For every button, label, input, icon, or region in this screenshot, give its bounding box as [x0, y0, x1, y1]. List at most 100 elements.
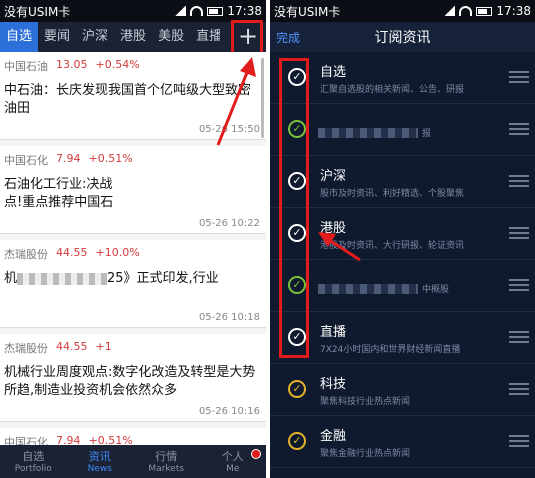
subscription-item[interactable]: ✓ 科技 聚焦科技行业热点新闻 [270, 364, 535, 416]
nav-portfolio[interactable]: 自选 Portfolio [0, 445, 67, 478]
nav-markets[interactable]: 行情 Markets [133, 445, 200, 478]
drag-handle-icon[interactable] [509, 175, 529, 187]
headline-start: 机 [4, 271, 18, 286]
stock-name: 杰瑞股份 [4, 248, 48, 261]
nav-sublabel: Portfolio [14, 464, 52, 474]
headline-end: 25》正式印发,行业 [107, 271, 219, 286]
subscription-desc: 报 [422, 129, 432, 139]
headline-line-2: 点!重点推荐中国石 [4, 195, 114, 210]
wifi-icon [190, 6, 204, 16]
page-title: 订阅资讯 [374, 30, 431, 46]
nav-me[interactable]: 个人 Me [200, 445, 267, 478]
carrier-label: 没有USIM卡 [274, 4, 341, 19]
nav-sublabel: Me [226, 464, 240, 474]
drag-handle-icon[interactable] [509, 435, 529, 447]
drag-handle-icon[interactable] [509, 227, 529, 239]
news-headline: 机械行业周度观点:数字化改造及转型是大势所趋,制造业投资机会依然众多 [4, 365, 256, 398]
news-item[interactable]: 中国石化 7.94 +0.51% 石油化工行业:决战 点!重点推荐中国石 05-… [0, 146, 266, 234]
battery-icon [207, 6, 224, 16]
highlight-box-checkmarks [279, 58, 309, 358]
subscription-screen: 没有USIM卡 17:38 完成 订阅资讯 ✓ 自选 汇聚自选股的相关新闻、公告… [270, 0, 535, 478]
annotation-arrow-icon [318, 232, 361, 262]
nav-label: 自选 [22, 450, 45, 463]
news-screen: 没有USIM卡 17:38 自选 要闻 沪深 港股 美股 直播 + 中国石油 1… [0, 0, 266, 478]
subscription-desc: 7X24小时国内和世界财经新闻直播 [320, 345, 461, 355]
subscription-desc: 中概股 [422, 285, 450, 295]
subscription-item[interactable]: ✓ 报 [270, 104, 535, 156]
news-tabs: 自选 要闻 沪深 港股 美股 直播 + [0, 22, 266, 52]
drag-handle-icon[interactable] [509, 331, 529, 343]
battery-icon [476, 6, 493, 16]
clock: 17:38 [227, 4, 262, 18]
news-date: 05-26 10:16 [198, 406, 260, 417]
stock-price: 13.05 [56, 58, 88, 71]
drag-handle-icon[interactable] [509, 123, 529, 135]
drag-handle-icon[interactable] [509, 383, 529, 395]
checked-icon[interactable]: ✓ [288, 380, 306, 398]
subscription-item[interactable]: ✓ 中概股 [270, 260, 535, 312]
nav-news[interactable]: 资讯 News [67, 445, 134, 478]
headline-line-1: 石油化工行业:决战 [4, 177, 113, 192]
subscription-item[interactable]: ✓ 港股 港股及时资讯、大行研报、轮证资讯 [270, 208, 535, 260]
tab-live[interactable]: 直播 [190, 22, 220, 52]
subscription-name: 科技 [320, 377, 347, 392]
notification-dot [251, 449, 261, 459]
drag-handle-icon[interactable] [509, 71, 529, 83]
bottom-nav: 自选 Portfolio 资讯 News 行情 Markets 个人 Me [0, 445, 266, 478]
nav-label: 资讯 [88, 450, 111, 463]
subscription-item[interactable]: ✓ 金融 聚焦金融行业热点新闻 [270, 416, 535, 468]
redacted-text [318, 284, 418, 294]
subscription-name: 沪深 [320, 169, 347, 184]
tab-shanghai-shenzhen[interactable]: 沪深 [76, 22, 114, 52]
signal-icon [175, 6, 187, 16]
subscription-list: ✓ 自选 汇聚自选股的相关新闻、公告、研报 ✓ 报 ✓ 沪深 股市及时资讯、利好… [270, 52, 535, 478]
stock-name: 杰瑞股份 [4, 342, 48, 355]
news-item[interactable]: 杰瑞股份 44.55 +10.0% 机 25》正式印发,行业 05-26 10:1… [0, 240, 266, 328]
status-bar: 没有USIM卡 17:38 [0, 0, 266, 22]
annotation-arrow-icon [216, 57, 256, 146]
subscription-name: 直播 [320, 325, 347, 340]
subscription-desc: 聚焦科技行业热点新闻 [320, 397, 411, 407]
carrier-label: 没有USIM卡 [4, 4, 71, 19]
signal-icon [444, 6, 456, 16]
nav-label: 行情 [155, 450, 178, 463]
wifi-icon [459, 6, 473, 16]
subscription-desc: 股市及时资讯、利好精选、个股聚焦 [320, 189, 465, 199]
stock-change: +0.51% [88, 152, 133, 165]
stock-name: 中国石油 [4, 60, 48, 73]
checked-icon[interactable]: ✓ [288, 432, 306, 450]
subscription-item[interactable]: ✓ 直播 7X24小时国内和世界财经新闻直播 [270, 312, 535, 364]
stock-change: +0.54% [95, 58, 140, 71]
news-date: 05-26 10:18 [198, 312, 260, 323]
subscription-desc: 聚焦金融行业热点新闻 [320, 449, 411, 459]
tab-portfolio[interactable]: 自选 [0, 22, 39, 52]
stock-change: +1 [95, 340, 112, 353]
news-headline: 石油化工行业:决战 点!重点推荐中国石 [4, 176, 260, 212]
news-date: 05-26 10:22 [198, 218, 260, 229]
stock-change: +10.0% [95, 246, 140, 259]
drag-handle-icon[interactable] [509, 279, 529, 291]
redacted-text [318, 128, 418, 138]
news-item[interactable]: 杰瑞股份 44.55 +1 机械行业周度观点:数字化改造及转型是大势所趋,制造业… [0, 334, 266, 422]
tab-us-stocks[interactable]: 美股 [152, 22, 190, 52]
subscription-header: 完成 订阅资讯 [270, 22, 535, 52]
subscription-desc: 汇聚自选股的相关新闻、公告、研报 [320, 85, 465, 95]
status-bar: 没有USIM卡 17:38 [270, 0, 535, 22]
nav-sublabel: Markets [148, 464, 185, 474]
stock-price: 44.55 [56, 246, 88, 259]
nav-label: 个人 [221, 450, 244, 463]
stock-price: 7.94 [56, 152, 81, 165]
subscription-item[interactable]: ✓ 自选 汇聚自选股的相关新闻、公告、研报 [270, 52, 535, 104]
done-button[interactable]: 完成 [276, 29, 300, 46]
clock: 17:38 [496, 4, 531, 18]
tab-hk-stocks[interactable]: 港股 [114, 22, 152, 52]
news-headline: 机 25》正式印发,行业 [4, 270, 260, 306]
tab-headlines[interactable]: 要闻 [38, 22, 76, 52]
stock-price: 44.55 [56, 340, 88, 353]
subscription-item[interactable]: ✓ 沪深 股市及时资讯、利好精选、个股聚焦 [270, 156, 535, 208]
stock-name: 中国石化 [4, 154, 48, 167]
subscription-name: 自选 [320, 65, 347, 80]
redacted-text [17, 272, 108, 285]
scrollbar[interactable] [261, 58, 264, 138]
subscription-name: 金融 [320, 429, 347, 444]
